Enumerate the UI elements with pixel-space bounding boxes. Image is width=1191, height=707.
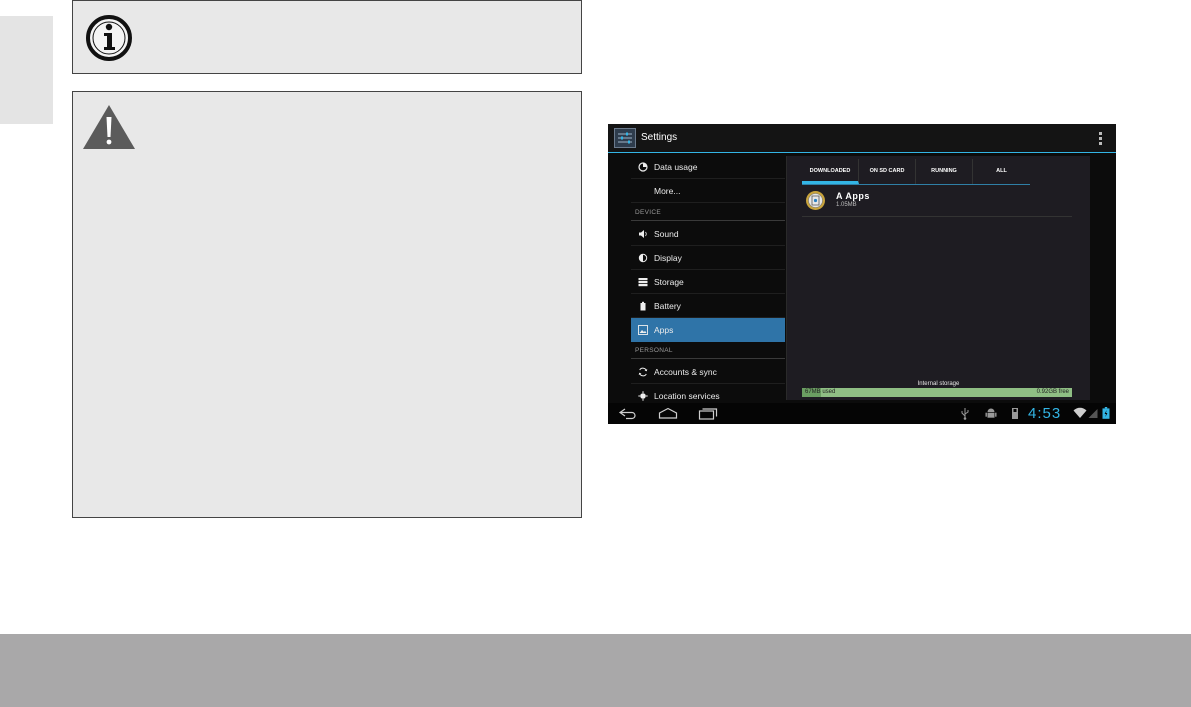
nav-label: Accounts & sync	[654, 367, 717, 377]
app-name: A Apps	[836, 191, 870, 201]
sd-card-icon	[1012, 408, 1018, 419]
wifi-icon	[1073, 407, 1087, 418]
warning-box	[72, 91, 582, 518]
system-bar: 4:53	[608, 403, 1116, 424]
nav-label: Apps	[654, 325, 674, 335]
android-settings-screenshot: Settings Data usage More... DEVICE Sound…	[608, 124, 1116, 424]
battery-icon	[640, 301, 646, 311]
signal-icon	[1088, 409, 1098, 418]
apps-tabs: DOWNLOADED ON SD CARD RUNNING ALL	[802, 159, 1030, 185]
storage-used: 67MB used	[805, 389, 836, 395]
back-icon[interactable]	[618, 407, 638, 420]
battery-status-icon	[1102, 407, 1110, 419]
location-icon	[638, 391, 648, 401]
nav-label: Display	[654, 253, 682, 263]
android-debug-icon	[985, 408, 997, 418]
brightness-icon	[638, 253, 648, 263]
section-header-device: DEVICE	[631, 205, 785, 221]
sync-icon	[638, 367, 648, 377]
nav-label: Storage	[654, 277, 684, 287]
overflow-menu-icon[interactable]	[1099, 132, 1102, 145]
nav-item-apps[interactable]: Apps	[631, 318, 785, 342]
recent-apps-icon[interactable]	[698, 407, 718, 420]
nav-label: Sound	[654, 229, 679, 239]
nav-item-battery[interactable]: Battery	[631, 294, 785, 318]
nav-item-display[interactable]: Display	[631, 246, 785, 270]
storage-free: 0.92GB free	[1036, 389, 1069, 395]
nav-item-more[interactable]: More...	[631, 179, 785, 203]
tab-running[interactable]: RUNNING	[916, 159, 973, 184]
tab-all[interactable]: ALL	[973, 159, 1030, 184]
nav-item-accounts-sync[interactable]: Accounts & sync	[631, 360, 785, 384]
tab-downloaded[interactable]: DOWNLOADED	[802, 159, 859, 184]
nav-label: Battery	[654, 301, 681, 311]
nav-label: Location services	[654, 391, 720, 401]
settings-app-icon[interactable]	[614, 128, 636, 148]
storage-icon	[638, 278, 648, 287]
nav-label: Data usage	[654, 162, 698, 172]
section-header-personal: PERSONAL	[631, 343, 785, 359]
app-size: 1.05MB	[836, 202, 857, 208]
apps-icon	[638, 325, 648, 335]
action-bar: Settings	[608, 124, 1116, 153]
info-icon	[86, 15, 132, 61]
apps-content-pane: DOWNLOADED ON SD CARD RUNNING ALL A Apps…	[786, 156, 1090, 400]
nav-item-data-usage[interactable]: Data usage	[631, 155, 785, 179]
status-clock: 4:53	[1028, 405, 1062, 422]
language-tab	[0, 16, 53, 124]
data-usage-icon	[638, 162, 648, 172]
action-bar-title: Settings	[641, 132, 678, 143]
nav-item-sound[interactable]: Sound	[631, 222, 785, 246]
nav-label: More...	[654, 186, 681, 196]
app-icon	[806, 191, 825, 210]
storage-bar: 67MB used 0.92GB free	[802, 388, 1072, 397]
usb-icon	[961, 408, 969, 420]
app-list-item[interactable]: A Apps 1.05MB	[802, 186, 1072, 217]
speaker-icon	[639, 230, 647, 238]
settings-nav: Data usage More... DEVICE Sound Display …	[631, 153, 785, 408]
tab-on-sd-card[interactable]: ON SD CARD	[859, 159, 916, 184]
warning-icon	[83, 105, 135, 149]
note-box	[72, 0, 582, 74]
nav-item-storage[interactable]: Storage	[631, 270, 785, 294]
storage-label: Internal storage	[917, 381, 960, 387]
footer-bar	[0, 634, 1191, 707]
home-icon[interactable]	[658, 407, 678, 420]
